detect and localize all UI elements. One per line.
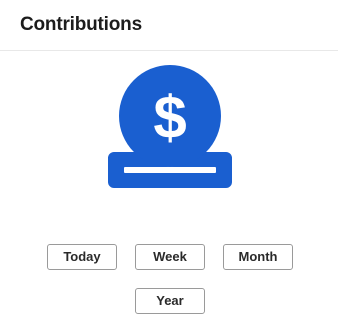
- month-button[interactable]: Month: [223, 244, 293, 270]
- coin-deposit-icon: $: [106, 64, 234, 192]
- today-button[interactable]: Today: [47, 244, 117, 270]
- panel-title: Contributions: [20, 14, 142, 35]
- contributions-panel: Contributions $ Today Week Month Year: [0, 0, 338, 330]
- dollar-symbol: $: [153, 84, 186, 151]
- year-button[interactable]: Year: [135, 288, 205, 314]
- panel-header: Contributions: [0, 0, 338, 51]
- week-button[interactable]: Week: [135, 244, 205, 270]
